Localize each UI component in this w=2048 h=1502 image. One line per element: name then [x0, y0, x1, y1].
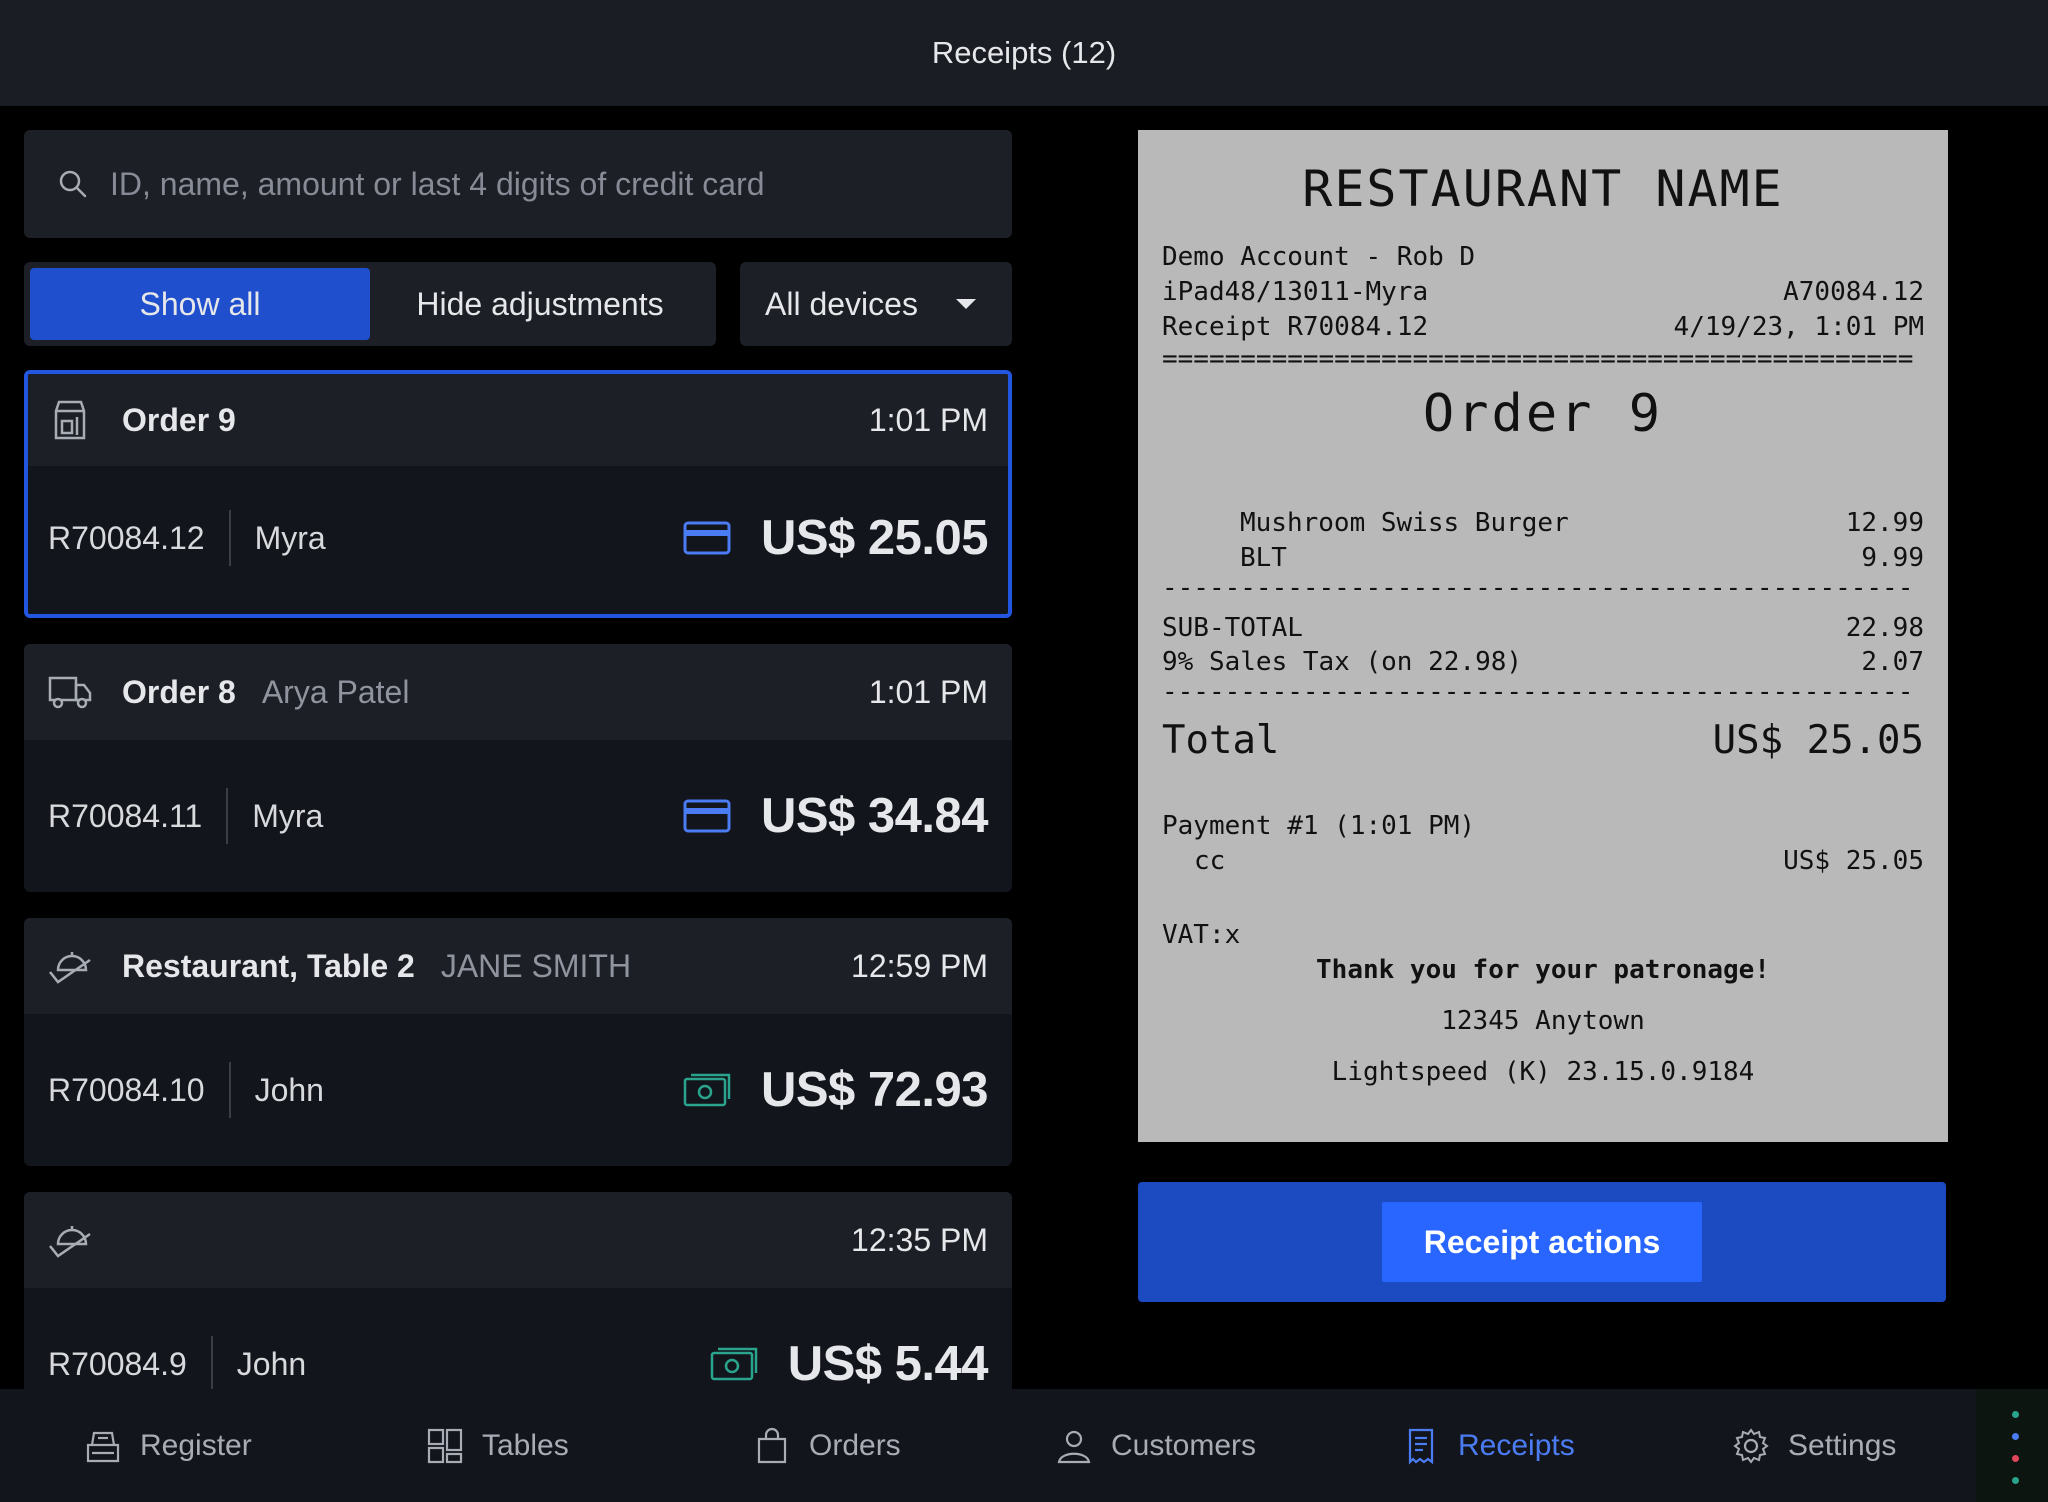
- double-rule: ========================================…: [1162, 344, 1914, 374]
- search-bar[interactable]: [24, 130, 1012, 238]
- receipt-card[interactable]: Restaurant, Table 2 JANE SMITH 12:59 PM …: [24, 918, 1012, 1166]
- subtotal-line: SUB-TOTAL 22.98: [1162, 613, 1924, 643]
- hide-adjustments-button[interactable]: Hide adjustments: [370, 268, 710, 340]
- receipt-card-header: Order 9 1:01 PM: [28, 374, 1008, 466]
- tab-label: Register: [140, 1428, 252, 1462]
- person-icon: [1057, 1430, 1091, 1463]
- receipts-list-pane: Show all Hide adjustments All devices Or…: [0, 106, 1036, 1389]
- employee-name: John: [254, 1071, 324, 1108]
- item-line: BLT 9.99: [1240, 543, 1924, 573]
- receipt-card-body: R70084.11 Myra US$ 34.84: [24, 740, 1012, 892]
- search-icon: [59, 170, 87, 198]
- account-line: Demo Account - Rob D: [1162, 242, 1476, 272]
- receipt-id: R70084.11: [48, 788, 229, 844]
- top-bar: Receipts (12): [0, 0, 2048, 106]
- receipt-amount: US$ 34.84: [760, 789, 989, 843]
- status-indicator: [1976, 1389, 2048, 1502]
- register-icon: [86, 1431, 120, 1462]
- receipt-id: R70084.12: [48, 510, 231, 566]
- receipt-card-header: 12:35 PM: [24, 1192, 1012, 1288]
- restaurant-name: RESTAURANT NAME: [1302, 160, 1784, 218]
- tab-receipts[interactable]: Receipts: [1402, 1389, 1575, 1502]
- status-dot: [2012, 1455, 2019, 1462]
- order-label: Order 9: [122, 401, 236, 438]
- order-label: Restaurant, Table 2: [122, 947, 415, 984]
- version-line: Lightspeed (K) 23.15.0.9184: [1331, 1057, 1755, 1087]
- receipt-card[interactable]: 12:35 PM R70084.9 John US$ 5.44: [24, 1192, 1012, 1389]
- order-label: Order 8: [122, 673, 236, 710]
- employee-name: Myra: [254, 519, 326, 556]
- receipt-time: 1:01 PM: [868, 401, 988, 438]
- tab-settings[interactable]: Settings: [1732, 1389, 1896, 1502]
- page-title: Receipts (12): [931, 35, 1117, 70]
- tab-label: Orders: [809, 1428, 901, 1462]
- tab-customers[interactable]: Customers: [1055, 1389, 1256, 1502]
- receipt-preview: RESTAURANT NAME Demo Account - Rob D iPa…: [1138, 130, 1948, 1142]
- receipt-card-body: R70084.10 John US$ 72.93: [24, 1014, 1012, 1166]
- thank-you-line: Thank you for your patronage!: [1316, 955, 1770, 985]
- receipt-time: 12:35 PM: [851, 1221, 988, 1258]
- customer-name: JANE SMITH: [440, 947, 632, 984]
- show-all-button[interactable]: Show all: [30, 268, 370, 340]
- gear-icon: [1733, 1427, 1769, 1464]
- receipt-time: 12:59 PM: [851, 947, 988, 984]
- tables-icon: [427, 1428, 463, 1463]
- receipt-amount: US$ 25.05: [760, 511, 989, 565]
- receipt-amount: US$ 5.44: [787, 1337, 989, 1389]
- payment-method-line: cc US$ 25.05: [1194, 846, 1924, 876]
- receipt-order-title: Order 9: [1422, 384, 1664, 444]
- rule: ----------------------------------------…: [1162, 573, 1914, 603]
- dine-in-icon: [48, 944, 92, 988]
- tab-orders[interactable]: Orders: [753, 1389, 901, 1502]
- tab-tables[interactable]: Tables: [426, 1389, 569, 1502]
- receipt-id: R70084.9: [48, 1336, 213, 1389]
- receipt-card-body: R70084.9 John US$ 5.44: [24, 1288, 1012, 1389]
- cash-icon: [710, 1347, 757, 1381]
- status-dot: [2012, 1433, 2019, 1440]
- chevron-down-icon: [956, 299, 976, 309]
- employee-name: Myra: [252, 797, 324, 834]
- receipt-card-header: Order 8 Arya Patel 1:01 PM: [24, 644, 1012, 740]
- dine-in-icon: [48, 1218, 92, 1262]
- vat-line: VAT:x: [1162, 920, 1241, 950]
- employee-name: John: [236, 1345, 307, 1382]
- payment-line: Payment #1 (1:01 PM): [1162, 811, 1476, 841]
- receipt-card-header: Restaurant, Table 2 JANE SMITH 12:59 PM: [24, 918, 1012, 1014]
- receipt-amount: US$ 72.93: [760, 1063, 989, 1117]
- cash-icon: [683, 1073, 731, 1107]
- tab-label: Customers: [1111, 1428, 1257, 1462]
- rule: ----------------------------------------…: [1162, 677, 1914, 707]
- receipt-card[interactable]: Order 9 1:01 PM R70084.12 Myra US$ 25.05: [24, 370, 1012, 618]
- total-line: Total US$ 25.05: [1162, 718, 1924, 763]
- tab-label: Settings: [1788, 1428, 1897, 1462]
- devices-dropdown[interactable]: All devices: [740, 262, 1012, 346]
- devices-dropdown-label: All devices: [765, 285, 918, 322]
- bottom-tab-bar: Register Tables Orders Customers Receipt…: [0, 1389, 2048, 1502]
- device-line: iPad48/13011-Myra A70084.12: [1162, 277, 1924, 307]
- credit-card-icon: [683, 799, 731, 833]
- tab-register[interactable]: Register: [84, 1389, 252, 1502]
- receipt-card[interactable]: Order 8 Arya Patel 1:01 PM R70084.11 Myr…: [24, 644, 1012, 892]
- receipt-number-line: Receipt R70084.12 4/19/23, 1:01 PM: [1162, 312, 1924, 342]
- receipt-time: 1:01 PM: [868, 673, 988, 710]
- adjustments-filter: Show all Hide adjustments: [24, 262, 716, 346]
- receipt-actions-panel: Receipt actions: [1138, 1182, 1946, 1302]
- status-dot: [2012, 1411, 2019, 1418]
- credit-card-icon: [683, 521, 731, 555]
- receipt-actions-button[interactable]: Receipt actions: [1382, 1202, 1702, 1282]
- store-icon: [48, 398, 92, 442]
- receipt-id: R70084.10: [48, 1062, 231, 1118]
- status-dot: [2012, 1477, 2019, 1484]
- receipt-card-body: R70084.12 Myra US$ 25.05: [28, 466, 1008, 610]
- tab-label: Receipts: [1458, 1428, 1575, 1462]
- search-input[interactable]: [110, 165, 990, 203]
- item-line: Mushroom Swiss Burger 12.99: [1240, 508, 1924, 538]
- tax-line: 9% Sales Tax (on 22.98) 2.07: [1162, 647, 1924, 677]
- address-line: 12345 Anytown: [1441, 1006, 1645, 1036]
- shopping-bag-icon: [757, 1427, 787, 1463]
- delivery-truck-icon: [48, 670, 92, 714]
- receipt-icon: [1408, 1428, 1434, 1465]
- customer-name: Arya Patel: [261, 673, 410, 710]
- tab-label: Tables: [482, 1428, 569, 1462]
